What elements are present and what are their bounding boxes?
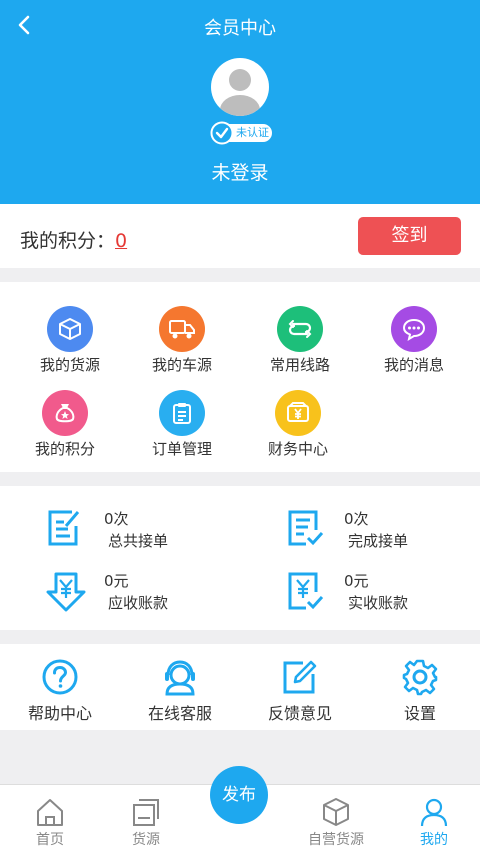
truck-icon <box>159 306 205 352</box>
points-bar: 我的积分：0 签到 <box>0 204 480 268</box>
grid-item-my-points[interactable]: 我的积分 <box>5 390 125 459</box>
tab-home[interactable]: 首页 <box>2 797 98 849</box>
home-icon <box>37 799 63 826</box>
feedback-button[interactable]: 反馈意见 <box>240 658 360 724</box>
verification-badge[interactable]: 未认证 <box>210 121 274 145</box>
tab-cargo[interactable]: 货源 <box>98 797 194 849</box>
points-value[interactable]: 0 <box>115 230 127 252</box>
grid-item-my-cargo[interactable]: 我的货源 <box>10 306 130 375</box>
cargo-icon <box>133 799 159 826</box>
header: 会员中心 未认证 未登录 <box>0 0 480 204</box>
grid-item-my-trucks[interactable]: 我的车源 <box>122 306 242 375</box>
tab-mine[interactable]: 我的 <box>386 797 480 849</box>
feature-grid: 我的货源 我的车源 常用线路 我的消息 我的积分 订单管理 财务中心 <box>0 282 480 472</box>
money-bag-icon <box>42 390 88 436</box>
headset-icon <box>165 660 195 696</box>
checked-document-icon <box>288 510 324 546</box>
stat-total-orders[interactable]: 0次 总共接单 <box>46 508 266 558</box>
order-stats: 0次 总共接单 0次 完成接单 0元 应收账款 0元 实收账款 <box>0 486 480 630</box>
stat-receivable[interactable]: 0元 应收账款 <box>46 570 266 620</box>
feedback-icon <box>283 660 317 694</box>
tab-self-operated-cargo[interactable]: 自营货源 <box>288 797 384 849</box>
yuan-down-icon <box>46 572 86 612</box>
route-icon <box>277 306 323 352</box>
stat-completed-orders[interactable]: 0次 完成接单 <box>286 508 480 558</box>
grid-item-order-management[interactable]: 订单管理 <box>122 390 242 459</box>
publish-button[interactable]: 发布 <box>210 766 268 824</box>
points-label: 我的积分：0 <box>20 230 128 252</box>
message-icon <box>391 306 437 352</box>
page-title: 会员中心 <box>204 18 276 39</box>
box-icon <box>47 306 93 352</box>
settings-button[interactable]: 设置 <box>360 658 480 724</box>
wallet-icon <box>275 390 321 436</box>
signin-button[interactable]: 签到 <box>358 217 461 255</box>
verification-status: 未认证 <box>236 126 269 139</box>
clipboard-icon <box>159 390 205 436</box>
grid-item-finance-center[interactable]: 财务中心 <box>238 390 358 459</box>
package-icon <box>323 798 349 826</box>
grid-item-messages[interactable]: 我的消息 <box>354 306 474 375</box>
user-icon <box>420 798 448 827</box>
stat-received[interactable]: 0元 实收账款 <box>286 570 480 620</box>
online-service-button[interactable]: 在线客服 <box>120 658 240 724</box>
avatar-placeholder-icon <box>220 69 260 116</box>
grid-item-routes[interactable]: 常用线路 <box>240 306 360 375</box>
help-center-button[interactable]: 帮助中心 <box>0 658 120 724</box>
edit-document-icon <box>48 510 80 546</box>
yuan-document-icon <box>288 572 324 610</box>
tools-row: 帮助中心 在线客服 反馈意见 设置 <box>0 644 480 730</box>
check-icon <box>210 121 234 145</box>
avatar[interactable] <box>211 58 269 116</box>
username[interactable]: 未登录 <box>0 158 480 185</box>
help-icon <box>42 659 78 695</box>
gear-icon <box>402 659 438 696</box>
